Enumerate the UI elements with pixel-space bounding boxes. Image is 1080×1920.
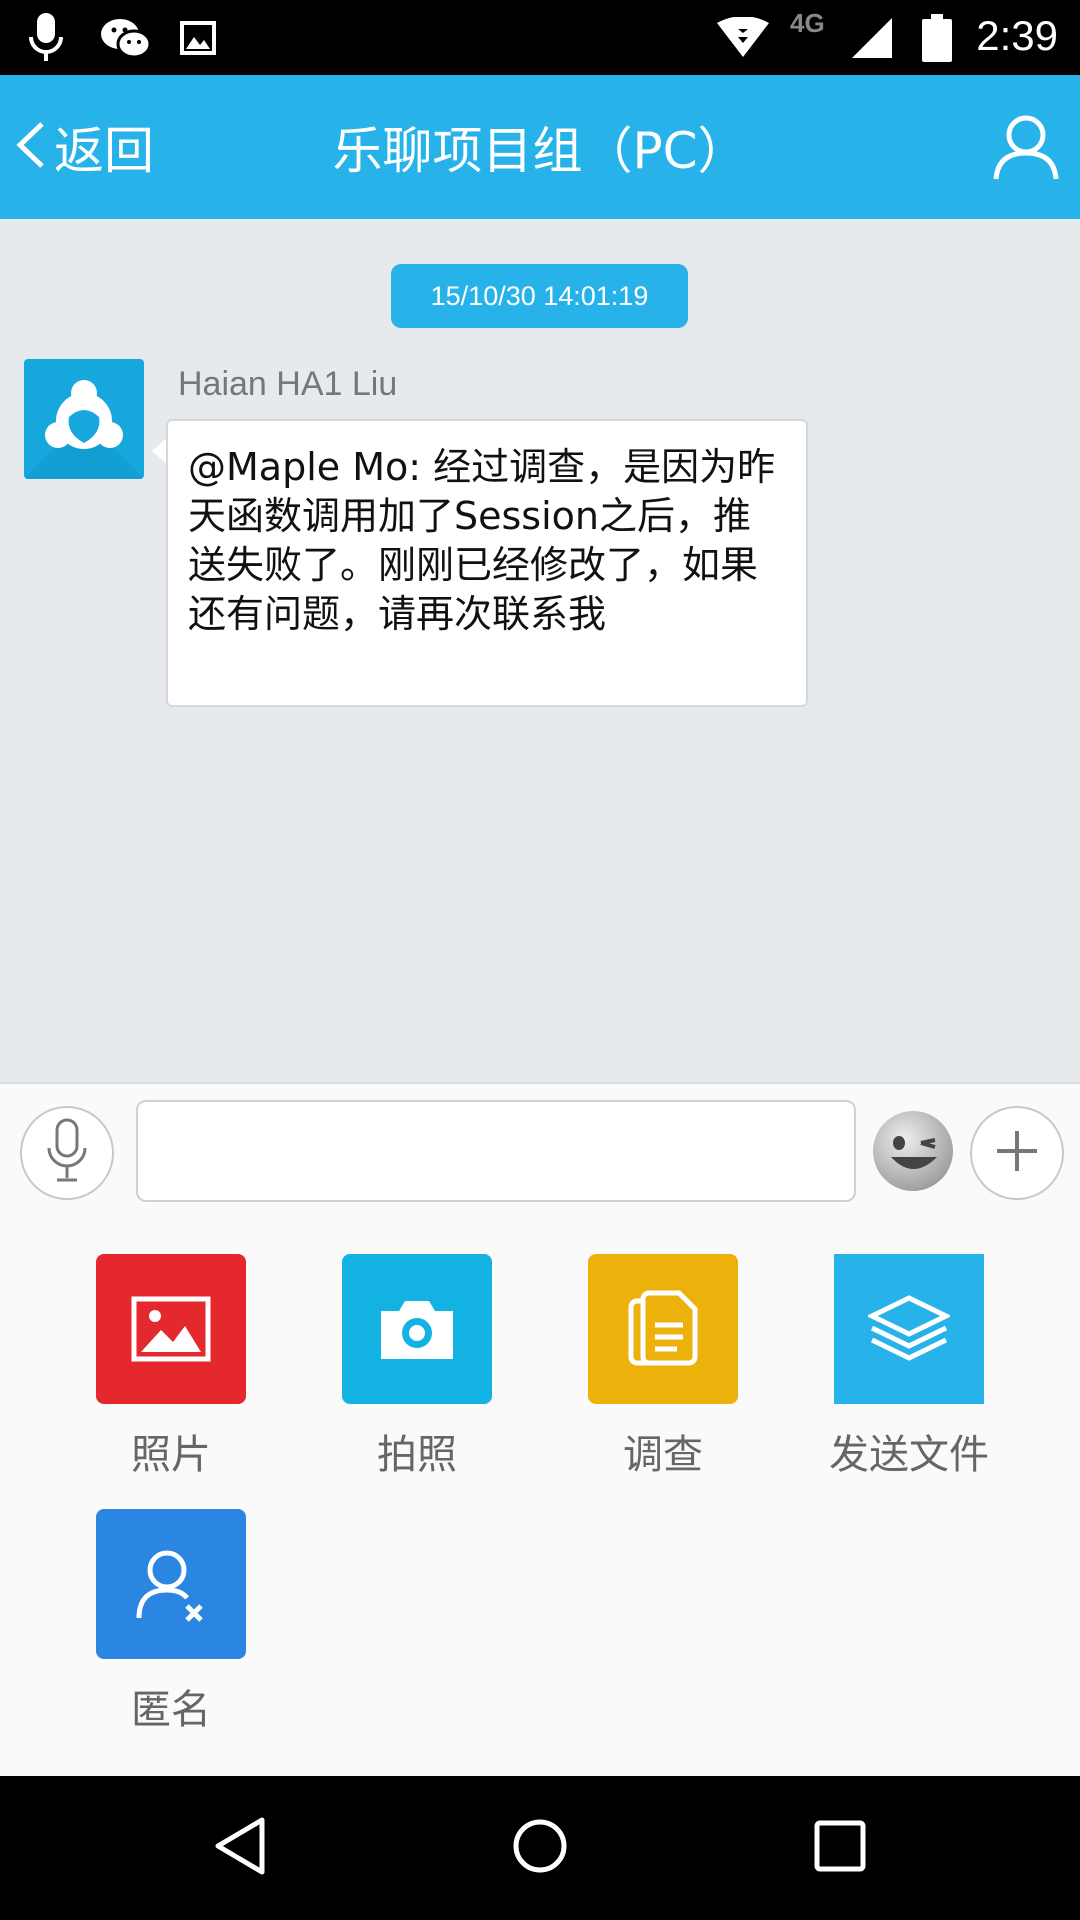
emoji-face-icon: [871, 1109, 955, 1197]
back-button[interactable]: 返回: [14, 75, 154, 219]
nav-back-button[interactable]: [200, 1808, 280, 1888]
emoji-button[interactable]: [866, 1106, 960, 1200]
back-label: 返回: [54, 122, 154, 180]
nav-home-button[interactable]: [500, 1808, 580, 1888]
panel-item-label: 拍照: [377, 1432, 457, 1478]
back-triangle-icon: [212, 1816, 268, 1880]
wifi-icon: [716, 10, 770, 66]
recents-square-icon: [812, 1818, 868, 1878]
input-bar: [0, 1082, 1080, 1222]
status-bar: 4G 2:39: [0, 0, 1080, 75]
survey-icon: [588, 1254, 738, 1404]
message-bubble[interactable]: @Maple Mo: 经过调查，是因为昨天函数调用加了Session之后，推送失…: [166, 419, 808, 707]
navigation-bar: [0, 1776, 1080, 1920]
chevron-left-icon: [14, 120, 46, 174]
message-timestamp: 15/10/30 14:01:19: [391, 264, 688, 328]
message-input[interactable]: [136, 1100, 856, 1202]
extension-panel: 照片 拍照 调查 发送文件 匿名: [0, 1222, 1080, 1776]
wechat-icon: [100, 10, 152, 66]
file-stack-icon: [834, 1254, 984, 1404]
mic-icon: [28, 10, 64, 66]
sender-name: Haian HA1 Liu: [178, 365, 398, 403]
anonymous-user-icon: [96, 1509, 246, 1659]
camera-icon: [342, 1254, 492, 1404]
microphone-icon: [45, 1118, 89, 1188]
panel-item-label: 照片: [131, 1432, 211, 1478]
voice-button[interactable]: [20, 1106, 114, 1200]
app-logo-icon: [24, 380, 144, 479]
photo-icon: [96, 1254, 246, 1404]
signal-icon: [850, 10, 894, 66]
panel-item-anonymous[interactable]: 匿名: [71, 1509, 271, 1735]
plus-icon: [993, 1127, 1041, 1179]
image-icon: [180, 10, 216, 66]
panel-item-label: 发送文件: [829, 1432, 989, 1478]
panel-item-send-file[interactable]: 发送文件: [809, 1254, 1009, 1480]
page-title: 乐聊项目组（PC）: [332, 122, 748, 180]
panel-item-camera[interactable]: 拍照: [317, 1254, 517, 1480]
network-type-label: 4G: [790, 8, 825, 38]
battery-icon: [922, 10, 952, 66]
panel-item-label: 匿名: [131, 1687, 211, 1733]
nav-recents-button[interactable]: [800, 1808, 880, 1888]
panel-item-label: 调查: [623, 1432, 703, 1478]
home-circle-icon: [510, 1816, 570, 1880]
avatar[interactable]: [24, 359, 144, 479]
panel-item-photo[interactable]: 照片: [71, 1254, 271, 1480]
more-button[interactable]: [970, 1106, 1064, 1200]
chat-header: 返回 乐聊项目组（PC）: [0, 75, 1080, 219]
panel-item-survey[interactable]: 调查: [563, 1254, 763, 1480]
message-list[interactable]: 15/10/30 14:01:19 Haian HA1 Liu @Maple M…: [0, 219, 1080, 1082]
group-members-icon[interactable]: [992, 113, 1060, 181]
status-time: 2:39: [976, 12, 1058, 59]
